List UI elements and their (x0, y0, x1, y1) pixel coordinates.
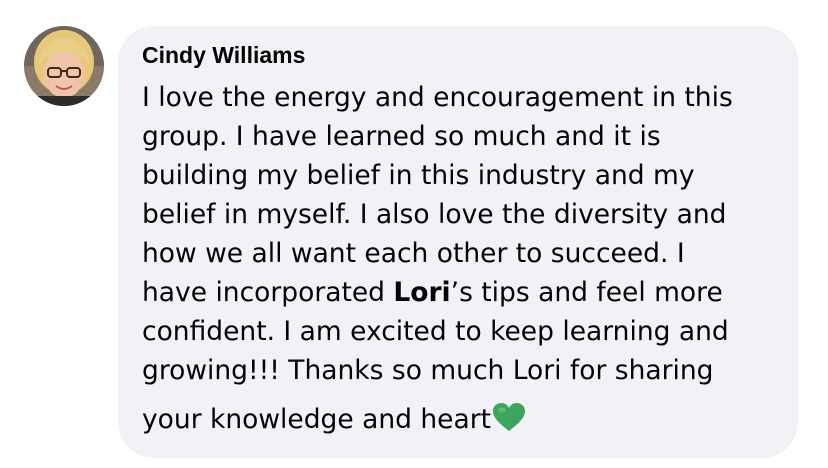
green-heart-icon (492, 402, 526, 443)
comment-line: your knowledge and heart (142, 400, 792, 443)
comment-line: growing!!! Thanks so much Lori for shari… (142, 355, 714, 386)
comment-line: have incorporated Lori’s tips and feel m… (142, 273, 792, 312)
comment-line-text: your knowledge and heart (142, 404, 491, 435)
comment-line: group. I have learned so much and it is (142, 121, 661, 152)
avatar[interactable] (24, 26, 104, 106)
comment: Cindy Williams I love the energy and enc… (0, 0, 828, 468)
user-photo-avatar (24, 26, 104, 106)
mention-link[interactable]: Lori (393, 277, 450, 308)
comment-line: confident. I am excited to keep learning… (142, 316, 729, 347)
comment-author[interactable]: Cindy Williams (142, 42, 305, 69)
comment-line: building my belief in this industry and … (142, 160, 695, 191)
comment-line: how we all want each other to succeed. I (142, 238, 685, 269)
comment-line: belief in myself. I also love the divers… (142, 199, 727, 230)
comment-text: I love the energy and encouragement in t… (142, 78, 792, 443)
mention-suffix: ’s tips and feel more (450, 277, 723, 308)
comment-line-prefix: have incorporated (142, 277, 394, 308)
comment-line: I love the energy and encouragement in t… (142, 82, 733, 113)
